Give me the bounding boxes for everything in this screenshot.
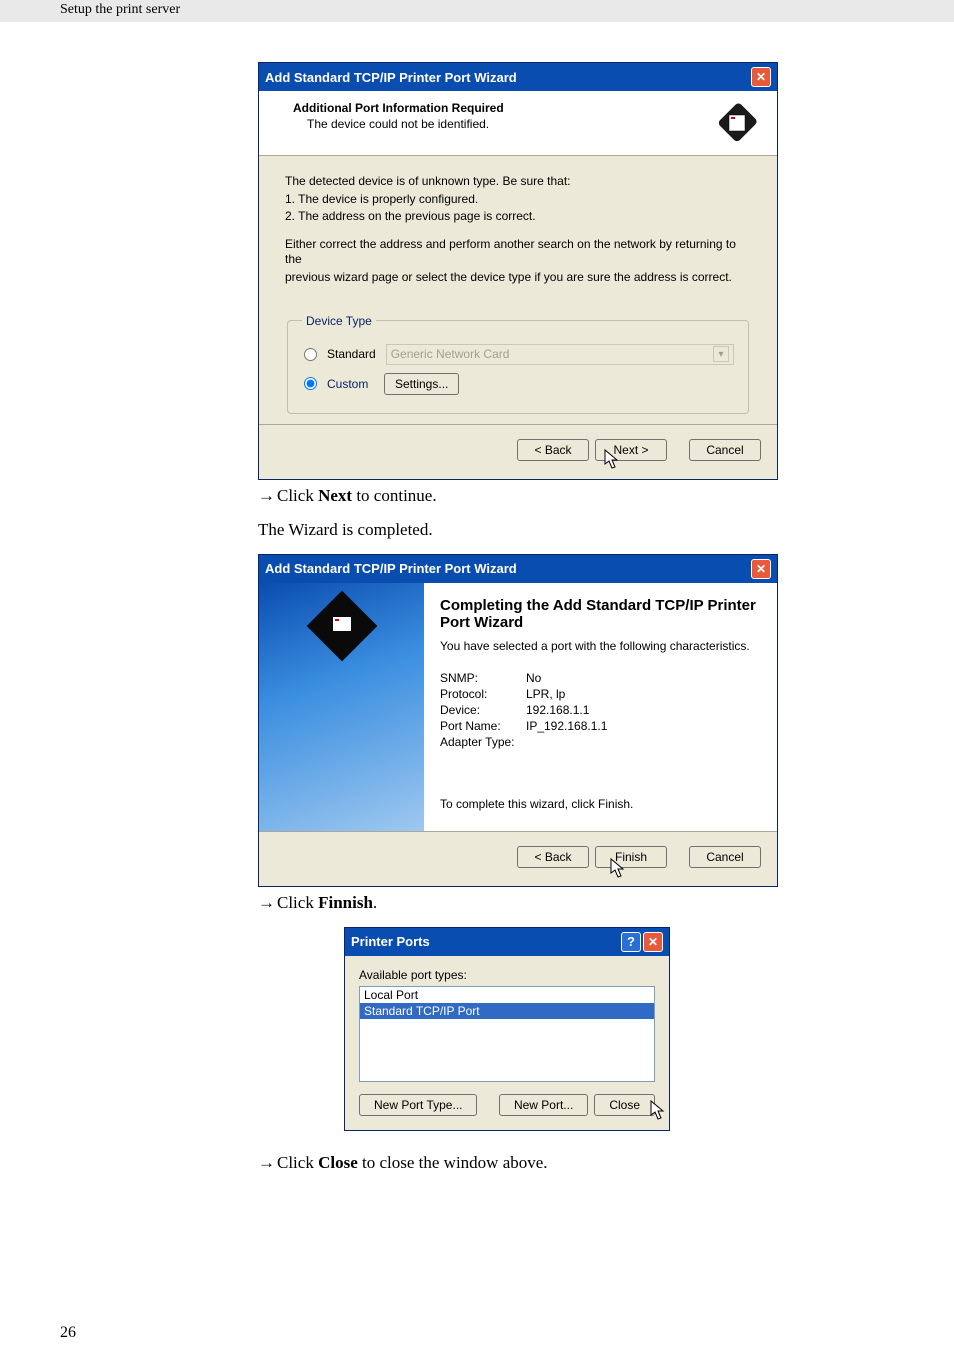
body-text: previous wizard page or select the devic… [285,270,751,286]
dialog-title: Add Standard TCP/IP Printer Port Wizard [265,70,517,85]
body-text: 1. The device is properly configured. [285,192,751,208]
device-type-group: Device Type Standard Generic Network Car… [287,314,749,414]
wizard-header-subtitle: The device could not be identified. [293,117,707,131]
close-icon[interactable]: ✕ [751,67,771,87]
completion-msg: To complete this wizard, click Finish. [440,797,761,811]
page-number: 26 [60,1324,76,1342]
new-port-button[interactable]: New Port... [499,1094,588,1116]
printer-ports-dialog: Printer Ports ? ✕ Available port types: … [344,927,670,1131]
instruction-bold: Finnish [318,893,373,912]
dropdown-value: Generic Network Card [391,347,510,361]
kv-key: Device: [440,703,526,717]
back-button[interactable]: < Back [517,439,589,461]
printer-icon [306,590,377,661]
body-text: Either correct the address and perform a… [285,237,751,268]
wizard-body: The detected device is of unknown type. … [259,156,777,424]
instruction-1: Click Next to continue. [258,486,954,506]
available-ports-label: Available port types: [359,968,655,982]
wizard-footer: < Back Next > Cancel [259,424,777,479]
standard-radio-text: Standard [327,347,376,361]
kv-value: LPR, lp [526,687,565,701]
wizard-sidebar-image [259,583,424,831]
kv-value: IP_192.168.1.1 [526,719,607,733]
instruction-2: Click Finnish. [258,893,954,913]
arrow-icon [258,893,277,912]
chevron-down-icon: ▾ [713,346,729,362]
instruction-text: to continue. [352,486,437,505]
back-button[interactable]: < Back [517,846,589,868]
close-button[interactable]: Close [594,1094,655,1116]
kv-row: SNMP:No [440,671,761,685]
dialog-footer: New Port Type... New Port... Close [359,1094,655,1116]
kv-row: Port Name:IP_192.168.1.1 [440,719,761,733]
titlebar: Add Standard TCP/IP Printer Port Wizard … [259,555,777,583]
help-icon[interactable]: ? [621,932,641,952]
wizard-header: Additional Port Information Required The… [259,91,777,156]
standard-radio[interactable] [304,348,317,361]
instruction-text: Click [277,893,318,912]
next-button[interactable]: Next > [595,439,667,461]
device-type-legend: Device Type [302,314,376,328]
dialog-body: Available port types: Local Port Standar… [345,956,669,1130]
titlebar: Add Standard TCP/IP Printer Port Wizard … [259,63,777,91]
custom-radio-label[interactable]: Custom [302,377,374,391]
kv-key: SNMP: [440,671,526,685]
wizard-dialog-1: Add Standard TCP/IP Printer Port Wizard … [258,62,778,480]
kv-row: Adapter Type: [440,735,761,749]
standard-radio-label[interactable]: Standard [302,347,376,361]
close-icon[interactable]: ✕ [751,559,771,579]
list-item[interactable]: Standard TCP/IP Port [360,1003,654,1019]
kv-value: 192.168.1.1 [526,703,589,717]
wizard-body: Completing the Add Standard TCP/IP Print… [259,583,777,831]
kv-row: Protocol:LPR, lp [440,687,761,701]
instruction-bold: Next [318,486,352,505]
cancel-button[interactable]: Cancel [689,439,761,461]
arrow-icon [258,486,277,505]
kv-key: Protocol: [440,687,526,701]
kv-key: Port Name: [440,719,526,733]
body-text: The detected device is of unknown type. … [285,174,751,190]
page-header: Setup the print server [0,0,954,22]
settings-button[interactable]: Settings... [384,373,459,395]
wizard-header-title: Additional Port Information Required [293,101,707,115]
kv-value: No [526,671,541,685]
instruction-text: to close the window above. [358,1153,548,1172]
instruction-3: Click Close to close the window above. [258,1153,954,1173]
wizard-dialog-2: Add Standard TCP/IP Printer Port Wizard … [258,554,778,887]
list-item[interactable]: Local Port [360,987,654,1003]
arrow-icon [258,1153,277,1172]
body-text: 2. The address on the previous page is c… [285,209,751,225]
instruction-text: Click [277,1153,318,1172]
kv-key: Adapter Type: [440,735,526,749]
instruction-text: Click [277,486,318,505]
printer-icon [715,101,759,145]
standard-type-dropdown: Generic Network Card ▾ [386,344,734,365]
instruction-bold: Close [318,1153,358,1172]
completion-desc: You have selected a port with the follow… [440,639,761,653]
close-icon[interactable]: ✕ [643,932,663,952]
completion-title: Completing the Add Standard TCP/IP Print… [440,597,761,631]
wizard-footer: < Back Finish Cancel [259,831,777,886]
cancel-button[interactable]: Cancel [689,846,761,868]
custom-radio-text: Custom [327,377,368,391]
dialog-title: Add Standard TCP/IP Printer Port Wizard [265,561,517,576]
custom-radio[interactable] [304,377,317,390]
titlebar: Printer Ports ? ✕ [345,928,669,956]
port-types-listbox[interactable]: Local Port Standard TCP/IP Port [359,986,655,1082]
instruction-mid: The Wizard is completed. [258,520,954,540]
instruction-text: . [373,893,377,912]
finish-button[interactable]: Finish [595,846,667,868]
kv-row: Device:192.168.1.1 [440,703,761,717]
dialog-title: Printer Ports [351,934,430,949]
new-port-type-button[interactable]: New Port Type... [359,1094,477,1116]
